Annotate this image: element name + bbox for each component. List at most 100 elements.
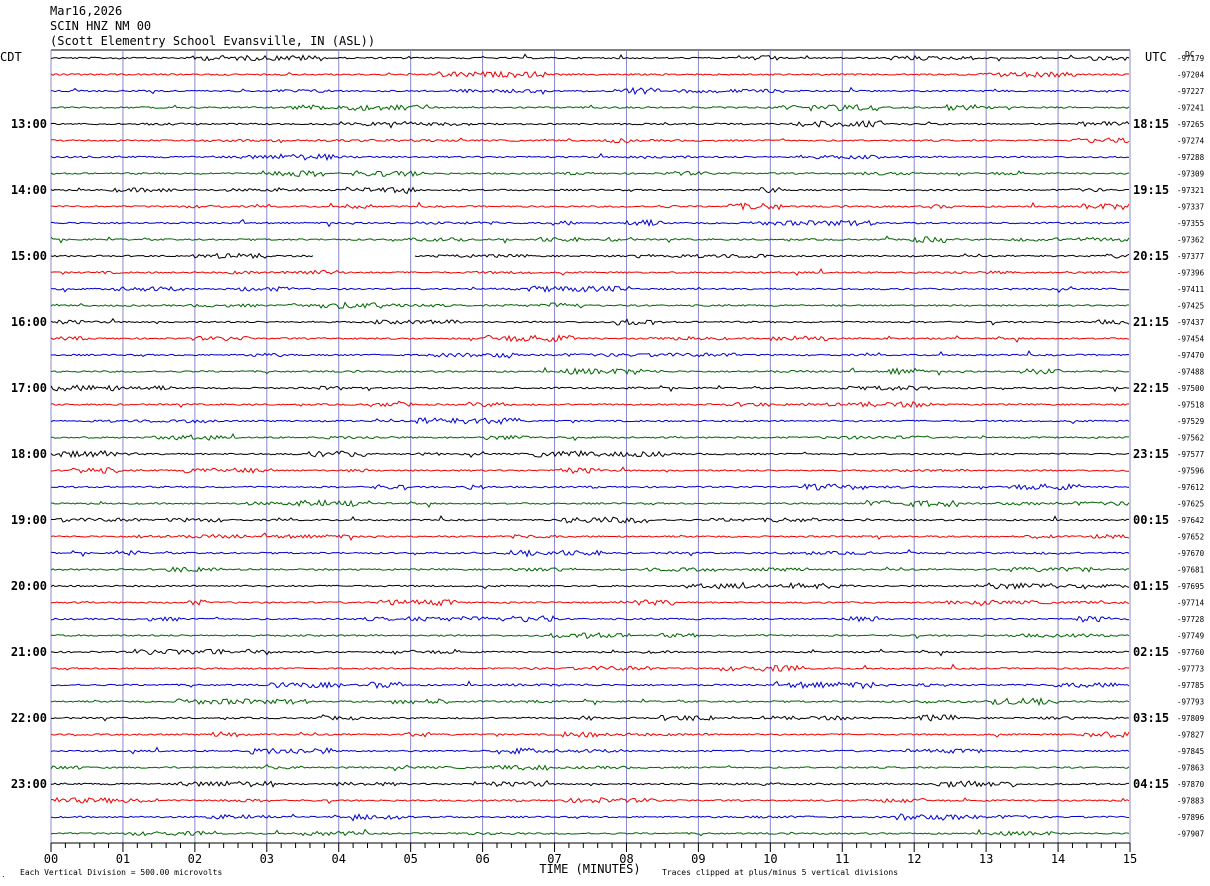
seismic-trace-23: [50, 433, 1130, 442]
dc-offset-label: -97337: [1177, 203, 1204, 212]
x-tick-label: 05: [403, 852, 417, 866]
cdt-hour-label: 22:00: [11, 711, 47, 725]
seismic-trace-10: [50, 218, 1130, 228]
dc-offset-label: -97562: [1177, 434, 1204, 443]
seismic-trace-36: [50, 648, 1130, 657]
seismic-trace-11: [50, 235, 1130, 244]
x-axis-title: TIME (MINUTES): [539, 862, 640, 876]
dc-offset-label: -97241: [1177, 104, 1204, 113]
x-tick-label: 12: [907, 852, 921, 866]
scale-note: Each Vertical Division = 500.00 microvol…: [20, 868, 222, 877]
cdt-hour-label: 16:00: [11, 315, 47, 329]
cdt-hour-label: 19:00: [11, 513, 47, 527]
dc-offset-label: -97518: [1177, 401, 1205, 410]
utc-hour-label: 18:15: [1133, 117, 1169, 131]
x-tick-label: 11: [835, 852, 849, 866]
dc-offset-label: -97288: [1177, 153, 1205, 162]
station-label: SCIN HNZ NM 00: [50, 19, 151, 33]
dc-offset-label: -97377: [1177, 252, 1204, 261]
utc-hour-label: 00:15: [1133, 513, 1169, 527]
seismic-trace-18: [50, 349, 1130, 359]
dc-offset-label: -97809: [1177, 714, 1204, 723]
dc-offset-label: -97265: [1177, 120, 1204, 129]
utc-hour-label: 02:15: [1133, 645, 1169, 659]
dc-offset-label: -97488: [1177, 368, 1205, 377]
dc-offset-label: -97396: [1177, 269, 1205, 278]
seismic-trace-43: [50, 764, 1130, 772]
dc-offset-label: -97652: [1177, 533, 1204, 542]
seismic-trace-46: [50, 813, 1130, 822]
dc-offset-label: -97863: [1177, 764, 1204, 773]
dc-offset-label: -97907: [1177, 830, 1204, 839]
cdt-hour-label: 18:00: [11, 447, 47, 461]
utc-hour-label: 03:15: [1133, 711, 1169, 725]
x-tick-label: 10: [763, 852, 777, 866]
seismic-trace-6: [50, 152, 1130, 162]
dc-offset-label: -97793: [1177, 698, 1204, 707]
dc-offset-label: -97870: [1177, 780, 1205, 789]
dc-offset-label: -97227: [1177, 87, 1204, 96]
x-tick-label: 03: [260, 852, 274, 866]
dc-offset-label: -97642: [1177, 516, 1204, 525]
dc-offset-label: -97785: [1177, 681, 1204, 690]
seismic-trace-37: [51, 663, 1130, 673]
seismic-trace-15: [50, 301, 1130, 310]
dc-offset-label: -97749: [1177, 632, 1204, 641]
left-axis-title: CDT: [0, 50, 22, 64]
dc-offset-label: -97773: [1177, 665, 1204, 674]
dc-offset-label: -97179: [1177, 54, 1204, 63]
utc-hour-label: 01:15: [1133, 579, 1169, 593]
seismic-trace-12: [50, 252, 1130, 260]
seismic-trace-41: [50, 730, 1130, 739]
seismic-trace-9: [51, 201, 1130, 211]
seismic-trace-16: [50, 317, 1130, 326]
cdt-hour-label: 15:00: [11, 249, 47, 263]
seismic-trace-22: [50, 416, 1130, 426]
dc-offset-label: -97500: [1177, 384, 1205, 393]
seismic-trace-26: [50, 483, 1130, 491]
dc-offset-label: -97577: [1177, 450, 1204, 459]
seismic-trace-44: [50, 779, 1130, 789]
dc-offset-label: -97714: [1177, 599, 1205, 608]
seismic-trace-24: [50, 449, 1130, 459]
x-tick-label: 02: [188, 852, 202, 866]
cdt-hour-label: 13:00: [11, 117, 47, 131]
seismic-trace-20: [50, 384, 1130, 393]
seismic-trace-40: [50, 713, 1130, 722]
utc-hour-label: 23:15: [1133, 447, 1169, 461]
dc-offset-label: -97596: [1177, 467, 1205, 476]
seismic-trace-0: [50, 53, 1130, 62]
seismic-trace-38: [50, 680, 1130, 690]
dc-offset-label: -97355: [1177, 219, 1204, 228]
dc-offset-label: -97437: [1177, 318, 1204, 327]
seismic-trace-27: [50, 499, 1130, 508]
dc-offset-label: -97760: [1177, 648, 1205, 657]
dc-offset-label: -97321: [1177, 186, 1204, 195]
dc-offset-label: -97309: [1177, 170, 1204, 179]
seismic-trace-29: [50, 532, 1130, 541]
dc-offset-label: -97362: [1177, 236, 1204, 245]
dc-offset-label: -97827: [1177, 731, 1204, 740]
corner-mark: ․: [2, 870, 5, 879]
right-axis-title: UTC: [1145, 50, 1167, 64]
seismic-trace-13: [50, 268, 1130, 276]
seismic-trace-8: [50, 186, 1130, 195]
dc-offset-label: -97454: [1177, 335, 1205, 344]
dc-offset-label: -97681: [1177, 566, 1204, 575]
seismic-trace-33: [50, 599, 1130, 607]
seismic-trace-1: [50, 70, 1130, 79]
seismic-trace-35: [50, 632, 1130, 640]
cdt-hour-label: 23:00: [11, 777, 47, 791]
axis-labels: -97179 -97204 -97227 -97241 -97265 -97274 -972…: [11, 54, 1205, 866]
x-tick-label: 01: [116, 852, 130, 866]
cdt-hour-label: 17:00: [11, 381, 47, 395]
dc-offset-label: -97425: [1177, 302, 1204, 311]
dc-offset-label: -97728: [1177, 615, 1205, 624]
seismic-trace-19: [50, 366, 1130, 376]
dc-offset-label: -97896: [1177, 813, 1205, 822]
seismic-trace-3: [50, 103, 1130, 112]
seismic-trace-14: [50, 285, 1130, 293]
utc-hour-label: 04:15: [1133, 777, 1169, 791]
x-tick-label: 09: [691, 852, 705, 866]
seismic-trace-4: [50, 119, 1130, 129]
